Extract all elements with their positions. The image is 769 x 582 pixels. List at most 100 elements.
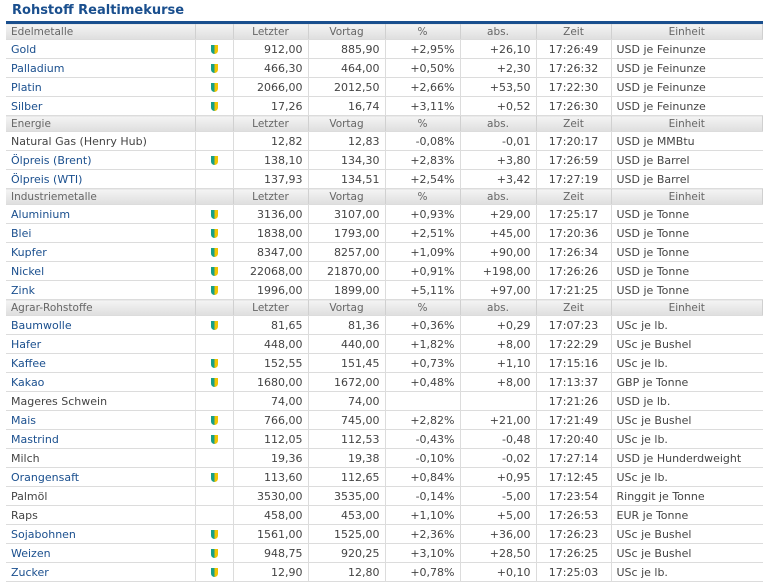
shield-icon[interactable] [210, 378, 218, 387]
icon-cell [195, 486, 234, 506]
table-row: Hafer 448,00 440,00 +1,82% +8,00 17:22:29 USc … [6, 334, 763, 354]
last-price: 912,00 [233, 39, 309, 59]
commodity-link[interactable]: Mais [11, 414, 36, 427]
shield-icon[interactable] [210, 530, 218, 539]
prev-price: 8257,00 [308, 242, 386, 262]
table-row: Mageres Schwein 74,00 74,00 17:21:26 USD je … [6, 391, 763, 411]
change-abs: +0,95 [460, 467, 537, 487]
prev-price: 12,83 [308, 131, 386, 151]
commodity-link[interactable]: Kupfer [11, 246, 47, 259]
time: 17:26:32 [536, 58, 612, 78]
table-row: Palladium 466,30 464,00 +0,50% +2,30 17:26:32… [6, 58, 763, 78]
shield-icon[interactable] [210, 45, 218, 54]
commodity-link[interactable]: Baumwolle [11, 319, 72, 332]
change-abs: +90,00 [460, 242, 537, 262]
icon-cell [195, 467, 234, 487]
commodity-link[interactable]: Blei [11, 227, 31, 240]
shield-icon[interactable] [210, 359, 218, 368]
prev-price: 745,00 [308, 410, 386, 430]
icon-cell [195, 391, 234, 411]
col-zeit: Zeit [536, 22, 612, 40]
icon-cell [195, 58, 234, 78]
last-price: 3136,00 [233, 204, 309, 224]
last-price: 138,10 [233, 150, 309, 170]
icon-cell [195, 315, 234, 335]
shield-icon[interactable] [210, 321, 218, 330]
commodity-link[interactable]: Platin [11, 81, 42, 94]
commodity-link[interactable]: Gold [11, 43, 36, 56]
prev-price: 2012,50 [308, 77, 386, 97]
change-abs: +0,10 [460, 562, 537, 582]
last-price: 74,00 [233, 391, 309, 411]
col-abs: abs. [460, 188, 537, 205]
change-pct: +1,82% [385, 334, 461, 354]
commodity-link[interactable]: Zucker [11, 566, 49, 579]
col-vortag: Vortag [308, 22, 386, 40]
col-letzter: Letzter [233, 188, 309, 205]
last-price: 81,65 [233, 315, 309, 335]
commodity-label: Raps [11, 508, 38, 522]
col-zeit: Zeit [536, 299, 612, 316]
unit: USc je Bushel [611, 410, 763, 430]
category-header: Edelmetalle Letzter Vortag% abs. Zeit Einheit [6, 22, 763, 40]
shield-icon[interactable] [210, 229, 218, 238]
commodity-link[interactable]: Zink [11, 284, 35, 297]
time: 17:26:59 [536, 150, 612, 170]
commodity-link[interactable]: Silber [11, 100, 42, 113]
unit: USD je Feinunze [611, 39, 763, 59]
change-abs: +45,00 [460, 223, 537, 243]
change-abs: +8,00 [460, 334, 537, 354]
table-row: Palmöl 3530,00 3535,00 -0,14% -5,00 17:23:54 R… [6, 486, 763, 506]
commodity-link[interactable]: Hafer [11, 338, 41, 351]
prev-price: 440,00 [308, 334, 386, 354]
commodity-link[interactable]: Mastrind [11, 433, 59, 446]
shield-icon[interactable] [210, 435, 218, 444]
change-abs: +0,29 [460, 315, 537, 335]
shield-icon[interactable] [210, 64, 218, 73]
last-price: 12,82 [233, 131, 309, 151]
commodity-link[interactable]: Nickel [11, 265, 44, 278]
commodity-label: Natural Gas (Henry Hub) [11, 134, 147, 148]
change-abs: +8,00 [460, 372, 537, 392]
change-abs: +198,00 [460, 261, 537, 281]
prev-price: 16,74 [308, 96, 386, 116]
commodity-link[interactable]: Ölpreis (WTI) [11, 173, 82, 186]
shield-icon[interactable] [210, 416, 218, 425]
prev-price: 885,90 [308, 39, 386, 59]
shield-icon[interactable] [210, 156, 218, 165]
commodity-link[interactable]: Palladium [11, 62, 64, 75]
change-pct: +3,10% [385, 543, 461, 563]
commodity-link[interactable]: Aluminium [11, 208, 70, 221]
commodity-link[interactable]: Weizen [11, 547, 51, 560]
unit: Ringgit je Tonne [611, 486, 763, 506]
commodity-link[interactable]: Kaffee [11, 357, 46, 370]
table-row: Mastrind 112,05 112,53 -0,43% -0,48 17:20:40 U… [6, 429, 763, 449]
shield-icon[interactable] [210, 83, 218, 92]
time: 17:12:45 [536, 467, 612, 487]
unit: USD je Tonne [611, 204, 763, 224]
shield-icon[interactable] [210, 473, 218, 482]
col-vortag: Vortag [308, 299, 386, 316]
prev-price: 920,25 [308, 543, 386, 563]
commodity-link[interactable]: Sojabohnen [11, 528, 76, 541]
change-abs: +3,42 [460, 169, 537, 189]
icon-cell [195, 562, 234, 582]
shield-icon[interactable] [210, 102, 218, 111]
table-row: Ölpreis (WTI) 137,93 134,51 +2,54% +3,42 17:2… [6, 169, 763, 189]
time: 17:26:53 [536, 505, 612, 525]
col-zeit: Zeit [536, 188, 612, 205]
col-abs: abs. [460, 22, 537, 40]
shield-icon[interactable] [210, 248, 218, 257]
commodity-name: Natural Gas (Henry Hub) [6, 131, 196, 151]
shield-icon[interactable] [210, 286, 218, 295]
shield-icon[interactable] [210, 549, 218, 558]
shield-icon[interactable] [210, 210, 218, 219]
change-pct: -0,14% [385, 486, 461, 506]
commodity-link[interactable]: Kakao [11, 376, 44, 389]
commodity-link[interactable]: Ölpreis (Brent) [11, 154, 92, 167]
commodity-link[interactable]: Orangensaft [11, 471, 79, 484]
icon-cell [195, 524, 234, 544]
shield-icon[interactable] [210, 267, 218, 276]
commodity-name: Weizen [6, 543, 196, 563]
unit: USD je Barrel [611, 169, 763, 189]
